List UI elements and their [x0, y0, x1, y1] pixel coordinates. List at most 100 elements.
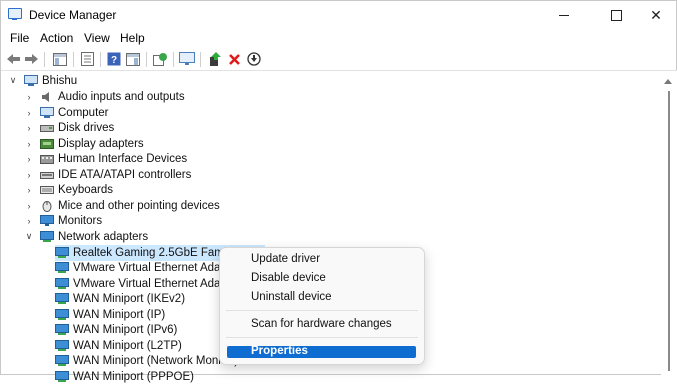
tree-root-row[interactable]: ∨ Bhishu: [7, 73, 77, 89]
disable-icon: [247, 52, 261, 66]
tree-device-wan-ikev2[interactable]: WAN Miniport (IKEv2): [55, 292, 185, 308]
mouse-icon: [42, 200, 52, 212]
minimize-button[interactable]: [541, 1, 587, 29]
tree-category-display[interactable]: › Display adapters: [23, 136, 144, 152]
network-adapter-icon: [55, 277, 69, 289]
tree-device-wan-l2tp[interactable]: WAN Miniport (L2TP): [55, 338, 182, 354]
device-manager-app-icon: [8, 8, 22, 20]
menu-help[interactable]: Help: [120, 31, 145, 45]
toolbar-separator: [146, 52, 147, 67]
scan-hardware-button[interactable]: [179, 51, 195, 67]
category-label: Display adapters: [58, 137, 144, 150]
category-label: Keyboards: [58, 184, 113, 197]
device-label: VMware Virtual Ethernet Adapte: [73, 277, 237, 290]
tree-category-mice[interactable]: › Mice and other pointing devices: [23, 198, 220, 214]
tree-category-disk[interactable]: › Disk drives: [23, 121, 115, 137]
refresh-icon: [152, 53, 167, 66]
device-label: VMware Virtual Ethernet Adapte: [73, 262, 237, 275]
chevron-right-icon[interactable]: ›: [23, 184, 35, 196]
category-label: Monitors: [58, 215, 103, 228]
tree-device-wan-ip[interactable]: WAN Miniport (IP): [55, 307, 165, 323]
back-button[interactable]: [5, 51, 21, 67]
tree-category-network[interactable]: ∨ Network adapters: [23, 229, 148, 245]
vertical-scrollbar[interactable]: [661, 71, 677, 376]
chevron-right-icon[interactable]: ›: [23, 91, 35, 103]
keyboard-icon: [40, 186, 54, 195]
title-bar: Device Manager ✕: [1, 1, 677, 29]
tree-device-wan-pppoe[interactable]: WAN Miniport (PPPOE): [55, 369, 194, 385]
maximize-icon: [610, 9, 622, 21]
ide-controller-icon: [40, 171, 54, 179]
help-icon: ?: [107, 52, 121, 66]
toolbar-separator: [100, 52, 101, 67]
tree-category-hid[interactable]: › Human Interface Devices: [23, 152, 188, 168]
tree-device-wan-ipv6[interactable]: WAN Miniport (IPv6): [55, 323, 177, 339]
computer-icon: [24, 74, 38, 86]
network-adapter-icon: [55, 262, 69, 274]
device-label: WAN Miniport (Network Monitor): [73, 355, 239, 368]
forward-button[interactable]: [23, 51, 39, 67]
close-button[interactable]: ✕: [633, 1, 677, 29]
context-disable-device[interactable]: Disable device: [251, 272, 326, 284]
help-button[interactable]: ?: [106, 51, 122, 67]
chevron-right-icon[interactable]: ›: [23, 107, 35, 119]
category-label: Network adapters: [58, 230, 149, 243]
menu-view[interactable]: View: [84, 31, 110, 45]
tree-category-monitors[interactable]: › Monitors: [23, 214, 102, 230]
disable-button[interactable]: [246, 51, 262, 67]
context-uninstall-device[interactable]: Uninstall device: [251, 291, 332, 303]
forward-icon: [24, 54, 38, 64]
speaker-icon: [42, 91, 49, 102]
disk-drive-icon: [40, 125, 54, 133]
refresh-button[interactable]: [152, 51, 168, 67]
chevron-down-icon[interactable]: ∨: [7, 75, 19, 87]
context-separator: [226, 337, 418, 338]
minimize-icon: [559, 14, 569, 16]
device-label: WAN Miniport (L2TP): [73, 339, 182, 352]
close-icon: ✕: [650, 6, 662, 23]
menu-file[interactable]: File: [10, 31, 29, 45]
category-label: Computer: [58, 106, 109, 119]
device-label: WAN Miniport (IP): [73, 308, 166, 321]
network-adapter-icon: [55, 324, 69, 336]
chevron-right-icon[interactable]: ›: [23, 169, 35, 181]
tree-category-audio[interactable]: › Audio inputs and outputs: [23, 89, 185, 105]
chevron-down-icon[interactable]: ∨: [23, 231, 35, 243]
chevron-right-icon[interactable]: ›: [23, 122, 35, 134]
scroll-up-arrow-icon[interactable]: [664, 79, 672, 84]
tree-device-wan-netmon[interactable]: WAN Miniport (Network Monitor): [55, 354, 238, 370]
scrollbar-thumb[interactable]: [668, 91, 670, 371]
chevron-right-icon[interactable]: ›: [23, 153, 35, 165]
action-pane-button[interactable]: [125, 51, 141, 67]
monitor-icon: [40, 215, 54, 227]
show-hide-console-tree-button[interactable]: [52, 51, 68, 67]
context-scan-hardware[interactable]: Scan for hardware changes: [251, 318, 392, 330]
network-adapter-icon: [55, 293, 69, 305]
tree-category-computer[interactable]: › Computer: [23, 105, 109, 121]
context-menu: Update driver Disable device Uninstall d…: [219, 247, 425, 365]
update-driver-button[interactable]: [207, 51, 223, 67]
device-label: WAN Miniport (PPPOE): [73, 370, 194, 383]
window-title: Device Manager: [29, 8, 117, 22]
tree-device-vmware-2[interactable]: VMware Virtual Ethernet Adapte: [55, 276, 236, 292]
menu-action[interactable]: Action: [40, 31, 73, 45]
network-adapter-icon: [55, 370, 69, 382]
chevron-right-icon[interactable]: ›: [23, 138, 35, 150]
category-label: IDE ATA/ATAPI controllers: [58, 168, 192, 181]
properties-icon: [80, 52, 94, 66]
network-adapter-icon: [55, 355, 69, 367]
context-properties[interactable]: Properties: [251, 345, 308, 357]
toolbar-separator: [44, 52, 45, 67]
tree-category-ide[interactable]: › IDE ATA/ATAPI controllers: [23, 167, 192, 183]
uninstall-button[interactable]: [226, 51, 242, 67]
properties-button[interactable]: [79, 51, 95, 67]
hid-icon: [40, 155, 54, 165]
toolbar-separator: [200, 52, 201, 67]
tree-device-vmware-1[interactable]: VMware Virtual Ethernet Adapte: [55, 261, 236, 277]
chevron-right-icon[interactable]: ›: [23, 200, 35, 212]
category-label: Audio inputs and outputs: [58, 90, 185, 103]
tree-category-keyboards[interactable]: › Keyboards: [23, 183, 113, 199]
device-label: WAN Miniport (IPv6): [73, 324, 178, 337]
context-update-driver[interactable]: Update driver: [251, 253, 320, 265]
chevron-right-icon[interactable]: ›: [23, 215, 35, 227]
